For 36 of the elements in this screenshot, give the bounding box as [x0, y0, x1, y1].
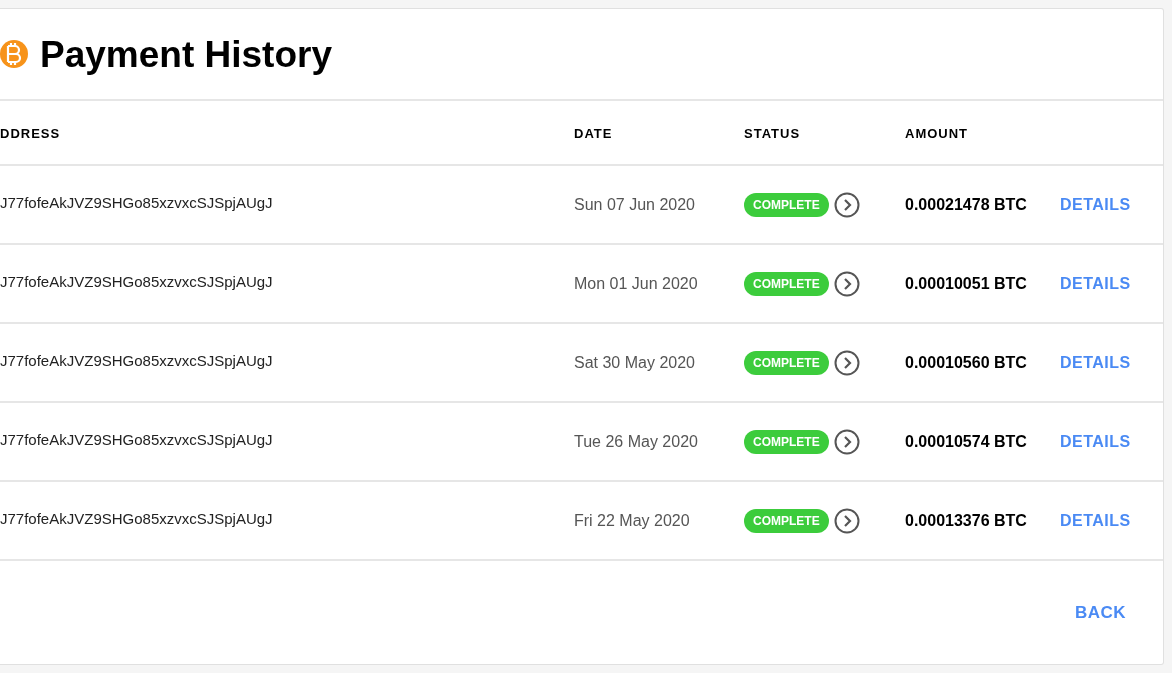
details-link[interactable]: DETAILS [1060, 192, 1131, 217]
status-badge: COMPLETE [744, 508, 829, 533]
amount-cell: 0.00010051 BTC [905, 274, 1027, 292]
details-link[interactable]: DETAILS [1060, 508, 1131, 533]
amount-cell: 0.00021478 BTC [905, 195, 1027, 213]
chevron-right-circle-icon[interactable] [833, 270, 860, 297]
amount-cell: 0.00013376 BTC [905, 511, 1027, 529]
chevron-right-circle-icon[interactable] [833, 507, 860, 534]
address-cell: J77fofeAkJVZ9SHGo85xzvxcSJSpjAUgJ [0, 510, 273, 527]
date-cell: Fri 22 May 2020 [574, 511, 690, 529]
chevron-right-circle-icon[interactable] [833, 191, 860, 218]
date-cell: Sun 07 Jun 2020 [574, 195, 695, 213]
chevron-right-circle-icon[interactable] [833, 428, 860, 455]
status-badge: COMPLETE [744, 192, 829, 217]
date-cell: Mon 01 Jun 2020 [574, 274, 698, 292]
column-header: AMOUNT [905, 125, 969, 141]
details-link[interactable]: DETAILS [1060, 429, 1131, 454]
address-cell: J77fofeAkJVZ9SHGo85xzvxcSJSpjAUgJ [0, 352, 273, 369]
chevron-right-circle-icon[interactable] [833, 349, 860, 376]
date-cell: Tue 26 May 2020 [574, 432, 698, 450]
date-cell: Sat 30 May 2020 [574, 353, 695, 371]
details-link[interactable]: DETAILS [1060, 350, 1131, 375]
address-cell: J77fofeAkJVZ9SHGo85xzvxcSJSpjAUgJ [0, 273, 273, 290]
details-link[interactable]: DETAILS [1060, 271, 1131, 296]
amount-cell: 0.00010560 BTC [905, 353, 1027, 371]
status-badge: COMPLETE [744, 350, 829, 375]
status-badge: COMPLETE [744, 429, 829, 454]
amount-cell: 0.00010574 BTC [905, 432, 1027, 450]
column-header: DDRESS [0, 125, 61, 141]
address-cell: J77fofeAkJVZ9SHGo85xzvxcSJSpjAUgJ [0, 194, 273, 211]
back-button[interactable]: BACK [1074, 599, 1126, 626]
page-title: Payment History [40, 35, 332, 73]
status-badge: COMPLETE [744, 271, 829, 296]
address-cell: J77fofeAkJVZ9SHGo85xzvxcSJSpjAUgJ [0, 431, 273, 448]
column-header: STATUS [744, 125, 801, 141]
column-header: DATE [574, 125, 613, 141]
